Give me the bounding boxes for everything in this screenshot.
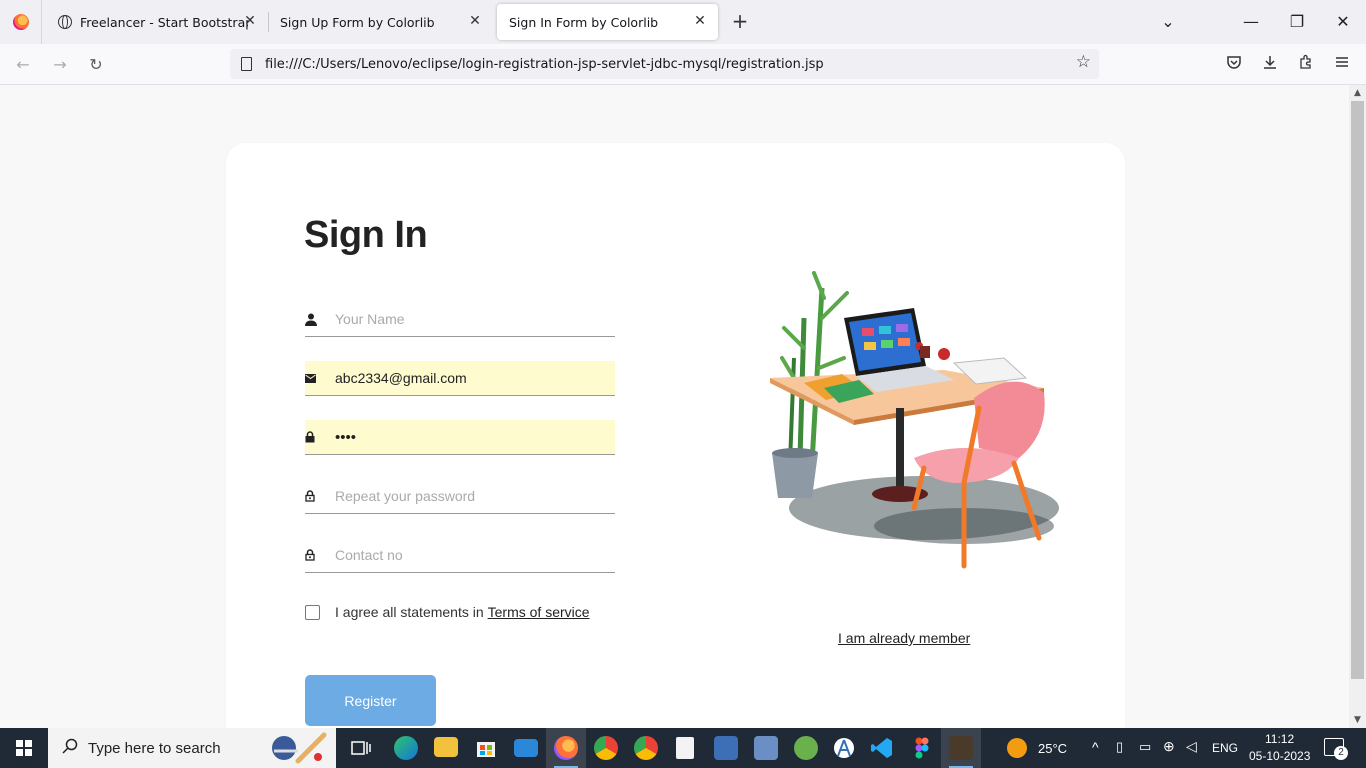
android-studio-icon[interactable] [832, 736, 856, 760]
vscode-icon[interactable] [870, 736, 894, 760]
repeat-password-input[interactable]: Repeat your password [335, 488, 475, 504]
reload-icon[interactable]: ↻ [83, 52, 109, 78]
downloads-icon[interactable] [1257, 52, 1283, 78]
microsoft-store-icon[interactable] [474, 736, 498, 760]
lock-outline-icon [305, 549, 335, 561]
globe-icon [58, 15, 72, 29]
notepad-icon[interactable] [676, 737, 694, 759]
firefox-menu[interactable] [0, 0, 42, 44]
tab-label: Freelancer - Start Bootstrap The [80, 14, 248, 30]
page-title: Sign In [304, 214, 428, 256]
network-icon[interactable]: ⊕ [1163, 738, 1175, 755]
new-tab-button[interactable]: + [728, 10, 752, 34]
minimize-button[interactable]: — [1237, 8, 1265, 36]
restore-button[interactable]: ❐ [1283, 8, 1311, 36]
taskbar-search-box[interactable]: Type here to search [48, 728, 336, 768]
search-icon [62, 738, 78, 758]
password-field[interactable]: •••• [305, 420, 615, 455]
meet-now-icon[interactable]: ▯ [1116, 739, 1123, 755]
email-field[interactable]: abc2334@gmail.com [305, 361, 615, 396]
clock-time[interactable]: 11:12 [1265, 732, 1294, 746]
mail-icon[interactable] [514, 739, 538, 757]
desk-illustration [764, 258, 1064, 570]
page-icon [241, 57, 252, 71]
lock-icon [305, 431, 335, 443]
spring-tools-icon[interactable] [794, 736, 818, 760]
scroll-up-arrow-icon[interactable]: ▲ [1349, 86, 1366, 100]
figma-icon[interactable] [910, 736, 934, 760]
name-input[interactable]: Your Name [335, 311, 405, 327]
search-placeholder: Type here to search [88, 739, 221, 757]
person-icon [305, 313, 335, 326]
tray-chevron-up-icon[interactable]: ^ [1092, 739, 1099, 755]
scroll-down-arrow-icon[interactable]: ▼ [1349, 713, 1366, 727]
extensions-icon[interactable] [1293, 52, 1319, 78]
contact-input[interactable]: Contact no [335, 547, 403, 563]
chrome-icon[interactable] [594, 736, 618, 760]
volume-icon[interactable]: ◁ [1186, 738, 1197, 755]
envelope-icon [305, 373, 335, 383]
close-tab-icon[interactable]: ✕ [692, 13, 708, 29]
terms-of-service-link[interactable]: Terms of service [488, 604, 590, 620]
tab-signin[interactable]: Sign In Form by Colorlib ✕ [497, 4, 718, 40]
weather-temperature[interactable]: 25°C [1038, 741, 1067, 756]
eclipse-ide-icon[interactable] [949, 736, 973, 760]
address-bar[interactable]: file:///C:/Users/Lenovo/eclipse/login-re… [230, 49, 1099, 79]
windows-logo-icon [16, 740, 32, 756]
close-tab-icon[interactable]: ✕ [467, 13, 483, 29]
tab-signup[interactable]: Sign Up Form by Colorlib ✕ [268, 4, 493, 40]
name-field[interactable]: Your Name [305, 302, 615, 337]
contact-field[interactable]: Contact no [305, 538, 615, 573]
netbeans-icon[interactable] [714, 736, 738, 760]
tab-label: Sign In Form by Colorlib [509, 14, 659, 30]
file-explorer-icon[interactable] [434, 737, 458, 757]
chrome-profile-icon[interactable] [634, 736, 658, 760]
already-member-link[interactable]: I am already member [838, 630, 970, 646]
email-input[interactable]: abc2334@gmail.com [335, 370, 467, 386]
start-button[interactable] [0, 728, 48, 768]
vertical-scrollbar[interactable]: ▲ ▼ [1349, 85, 1366, 728]
firefox-icon [12, 14, 29, 30]
pocket-icon[interactable] [1221, 52, 1247, 78]
back-arrow-icon[interactable]: ← [10, 52, 36, 78]
virtualbox-icon[interactable] [754, 736, 778, 760]
lock-outline-icon [305, 490, 335, 502]
agree-checkbox[interactable] [305, 604, 320, 620]
agree-row: I agree all statements in Terms of servi… [305, 604, 590, 620]
tab-freelancer[interactable]: Freelancer - Start Bootstrap The ✕ [46, 4, 268, 40]
task-view-icon[interactable] [349, 736, 373, 760]
navigation-bar: ← → ↻ file:///C:/Users/Lenovo/eclipse/lo… [0, 44, 1366, 85]
bookmark-star-icon[interactable]: ☆ [1076, 52, 1091, 72]
edge-icon[interactable] [394, 736, 418, 760]
cricket-helmet-icon [266, 731, 328, 765]
scrollbar-thumb[interactable] [1351, 101, 1364, 679]
firefox-taskbar-icon[interactable] [554, 736, 578, 760]
list-all-tabs-button[interactable]: ⌄ [1154, 8, 1182, 36]
url-text[interactable]: file:///C:/Users/Lenovo/eclipse/login-re… [265, 57, 824, 72]
repeat-password-field[interactable]: Repeat your password [305, 479, 615, 514]
tab-label: Sign Up Form by Colorlib [280, 14, 435, 30]
menu-hamburger-icon[interactable] [1329, 52, 1355, 78]
close-window-button[interactable]: ✕ [1329, 8, 1357, 36]
language-indicator[interactable]: ENG [1212, 741, 1238, 755]
notification-count-badge: 2 [1334, 746, 1348, 760]
password-input[interactable]: •••• [335, 429, 356, 446]
agree-text: I agree all statements in [335, 604, 484, 620]
clock-date[interactable]: 05-10-2023 [1249, 749, 1310, 763]
forward-arrow-icon[interactable]: → [47, 52, 73, 78]
register-button[interactable]: Register [305, 675, 436, 726]
close-tab-icon[interactable]: ✕ [242, 13, 258, 29]
weather-sun-icon[interactable] [1007, 738, 1027, 758]
battery-icon[interactable]: ▭ [1139, 739, 1151, 755]
